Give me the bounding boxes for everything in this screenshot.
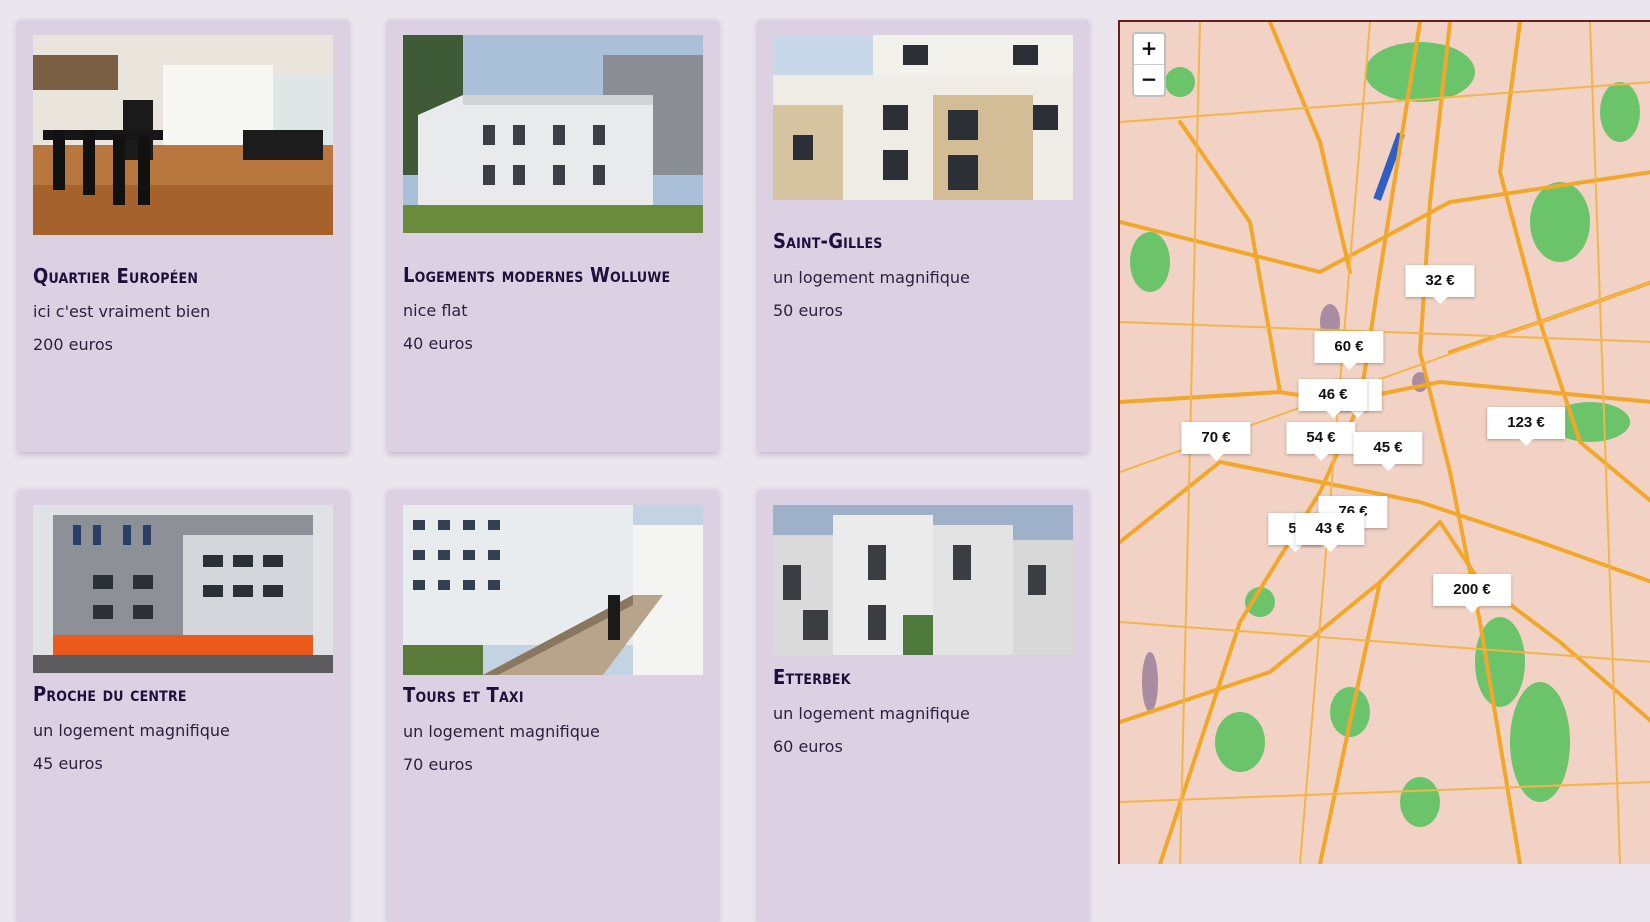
listing-title[interactable]: Proche du centre	[33, 682, 187, 706]
map[interactable]: + − 32 € 60 € € 46 € 123 € 70 € 54 € 45 …	[1118, 20, 1650, 864]
listing-description: un logement magnifique	[33, 721, 230, 740]
price-marker[interactable]: 43 €	[1295, 513, 1365, 552]
listing-price: 200 euros	[33, 335, 113, 354]
listing-card[interactable]: Quartier Européen ici c'est vraiment bie…	[18, 20, 348, 452]
zoom-out-button[interactable]: −	[1134, 65, 1164, 95]
listing-card[interactable]: Logements modernes Wolluwe nice flat 40 …	[388, 20, 718, 452]
listing-description: un logement magnifique	[773, 704, 970, 723]
listing-card[interactable]: Proche du centre un logement magnifique …	[18, 490, 348, 922]
price-marker[interactable]: 46 €	[1298, 379, 1368, 418]
listing-title[interactable]: Logements modernes Wolluwe	[403, 263, 670, 287]
listing-price: 40 euros	[403, 334, 473, 353]
beige-building-photo	[773, 35, 1073, 200]
listing-title[interactable]: Quartier Européen	[33, 264, 198, 288]
listing-title[interactable]: Etterbek	[773, 665, 851, 689]
zoom-in-button[interactable]: +	[1134, 34, 1164, 65]
listing-price: 45 euros	[33, 754, 103, 773]
listing-description: nice flat	[403, 301, 468, 320]
listing-title[interactable]: Saint-Gilles	[773, 229, 883, 253]
price-marker[interactable]: 45 €	[1353, 432, 1423, 471]
price-marker[interactable]: 32 €	[1405, 265, 1475, 304]
walkway-building-photo	[403, 505, 703, 675]
orange-facade-photo	[33, 505, 333, 673]
listing-description: ici c'est vraiment bien	[33, 302, 211, 321]
listing-description: un logement magnifique	[403, 722, 600, 741]
listing-description: un logement magnifique	[773, 268, 970, 287]
listing-card[interactable]: Tours et Taxi un logement magnifique 70 …	[388, 490, 718, 922]
listing-price: 60 euros	[773, 737, 843, 756]
zoom-control: + −	[1132, 32, 1166, 97]
price-marker[interactable]: 200 €	[1433, 574, 1511, 613]
price-marker[interactable]: 60 €	[1314, 331, 1384, 370]
price-marker[interactable]: 123 €	[1487, 407, 1565, 446]
listing-price: 70 euros	[403, 755, 473, 774]
listing-title[interactable]: Tours et Taxi	[403, 683, 524, 707]
listing-card[interactable]: Saint-Gilles un logement magnifique 50 e…	[758, 20, 1088, 452]
listing-price: 50 euros	[773, 301, 843, 320]
price-marker[interactable]: 54 €	[1286, 422, 1356, 461]
price-marker[interactable]: 70 €	[1181, 422, 1251, 461]
living-room-photo	[33, 35, 333, 235]
cubic-houses-photo	[773, 505, 1073, 655]
listing-card[interactable]: Etterbek un logement magnifique 60 euros	[758, 490, 1088, 922]
white-building-photo	[403, 35, 703, 233]
